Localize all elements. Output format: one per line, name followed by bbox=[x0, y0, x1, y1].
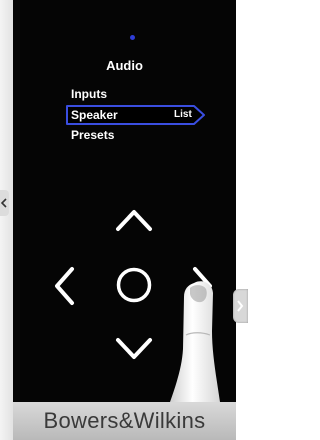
menu-item-speaker-label: Speaker bbox=[71, 108, 118, 122]
left-margin bbox=[0, 0, 13, 440]
up-arrow-icon[interactable] bbox=[115, 207, 153, 233]
left-arrow-icon[interactable] bbox=[53, 266, 77, 306]
chevron-left-icon bbox=[1, 198, 7, 208]
pointing-finger-icon bbox=[170, 281, 220, 402]
center-circle-icon[interactable] bbox=[115, 266, 153, 304]
page-indicator-dot bbox=[130, 35, 135, 40]
menu-item-inputs[interactable]: Inputs bbox=[71, 87, 107, 101]
brand-footer: Bowers&Wilkins bbox=[13, 402, 236, 440]
brand-logo: Bowers&Wilkins bbox=[43, 408, 206, 433]
menu-item-speaker-value: List bbox=[174, 109, 192, 120]
previous-page-tab[interactable] bbox=[0, 190, 9, 216]
screen-title: Audio bbox=[106, 58, 143, 73]
menu-item-presets[interactable]: Presets bbox=[71, 128, 114, 142]
chevron-right-icon bbox=[237, 300, 244, 312]
right-margin bbox=[236, 0, 248, 440]
menu-item-speaker[interactable]: Speaker List bbox=[66, 105, 205, 125]
remote-screen: Audio Inputs Speaker List Presets bbox=[13, 0, 236, 402]
next-page-tab[interactable] bbox=[233, 289, 248, 323]
down-arrow-icon[interactable] bbox=[115, 336, 153, 362]
